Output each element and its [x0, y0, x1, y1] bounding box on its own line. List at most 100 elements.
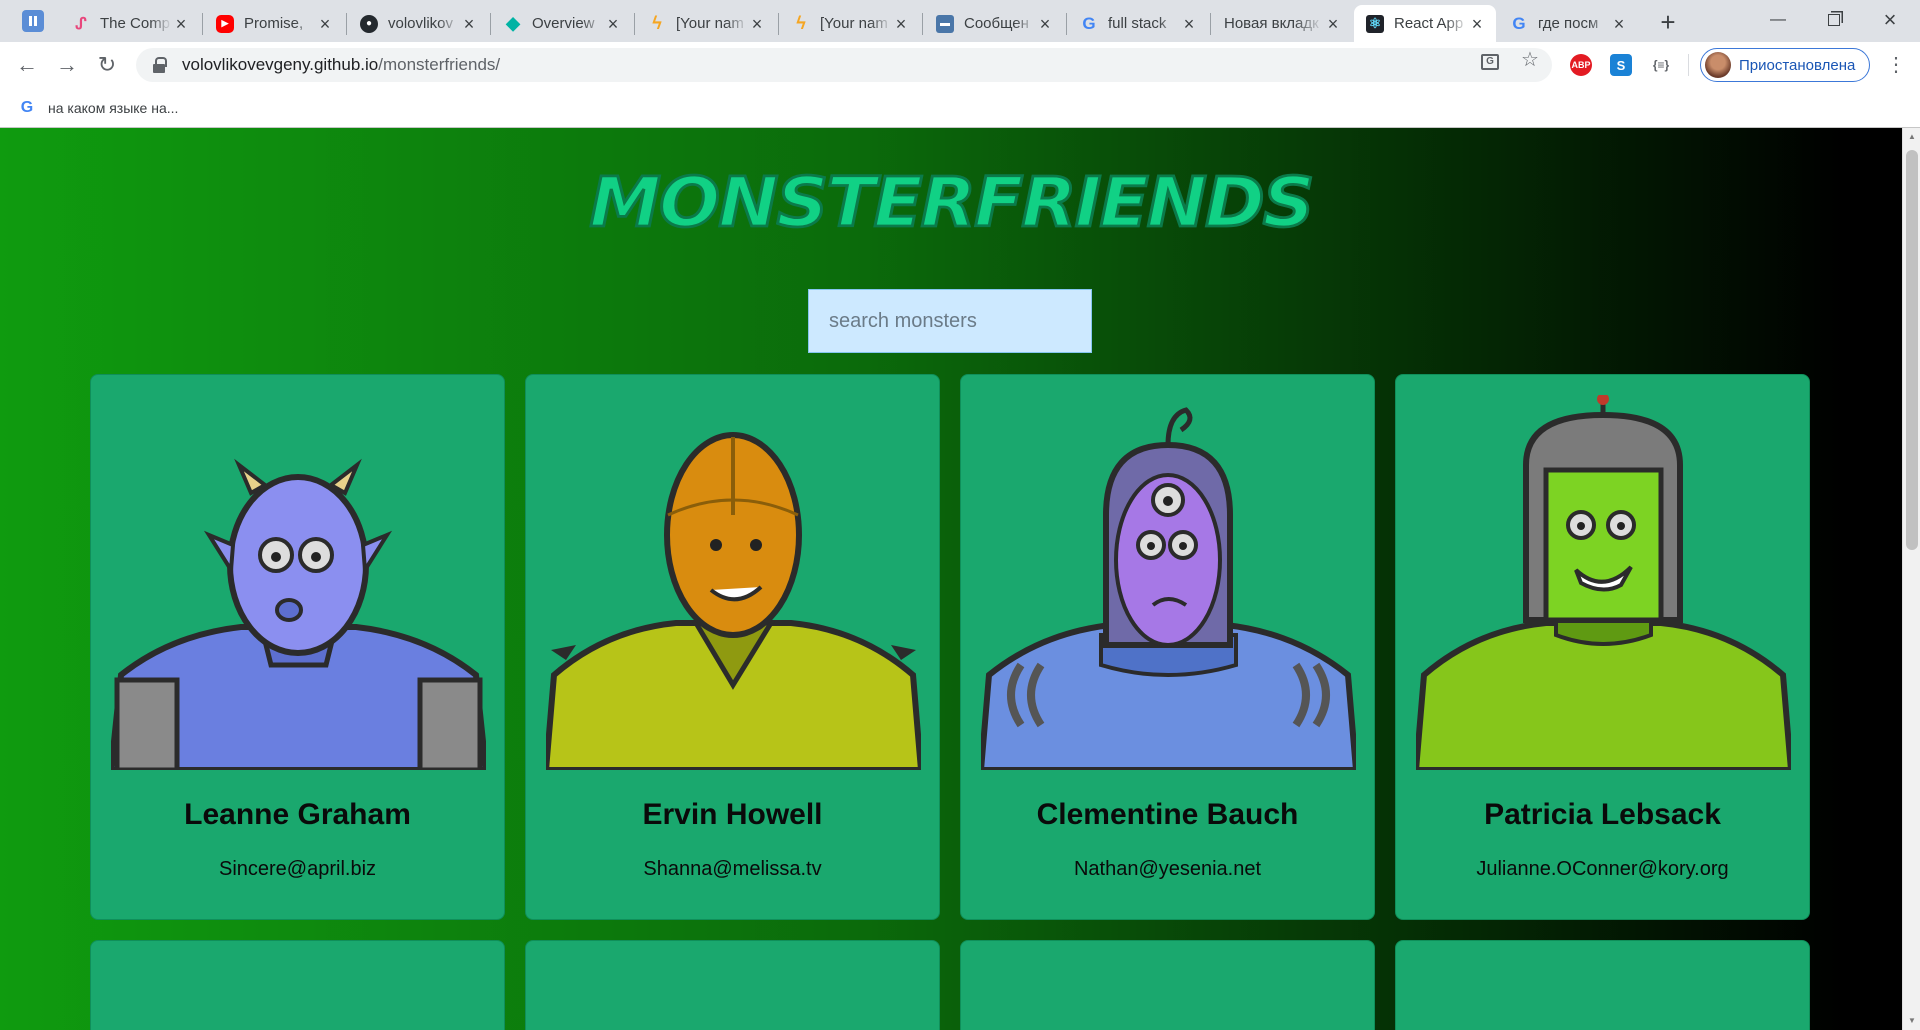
- tab-divider: [346, 13, 347, 35]
- tab-divider: [202, 13, 203, 35]
- tab-title: [Your nam: [820, 15, 888, 32]
- tab-title: full stack: [1108, 15, 1167, 32]
- tab-2[interactable]: ▶ Promise, ×: [204, 5, 344, 42]
- tab-3[interactable]: ● volovlikov ×: [348, 5, 488, 42]
- monster-email: Sincere@april.biz: [218, 858, 377, 880]
- profile-status: Приостановлена: [1739, 56, 1856, 74]
- tab-divider: [1210, 13, 1211, 35]
- tab-6[interactable]: ϟ [Your nam ×: [780, 5, 920, 42]
- tab-strip: ᔑ The Comp × ▶ Promise, × ● volovlikov ×…: [0, 0, 1920, 42]
- reload-button[interactable]: ↻: [92, 50, 122, 80]
- tab-7[interactable]: ▬ Сообщен ×: [924, 5, 1064, 42]
- page-viewport: MONSTERFRIENDS Leanne Graham Sincere@apr…: [0, 128, 1902, 1030]
- google-icon: G: [1082, 13, 1096, 33]
- restore-icon: [1828, 14, 1840, 26]
- close-tab-icon[interactable]: ×: [316, 15, 334, 33]
- json-extension-icon[interactable]: {≡}: [1650, 54, 1672, 76]
- minimize-button[interactable]: —: [1750, 0, 1806, 40]
- google-icon: G: [20, 99, 34, 116]
- avatar: [1705, 52, 1731, 78]
- close-tab-icon[interactable]: ×: [1324, 15, 1342, 33]
- tab-title: Overview: [532, 15, 595, 32]
- tab-title: где посм: [1538, 15, 1599, 32]
- tab-title: React App: [1394, 15, 1464, 32]
- monster-card[interactable]: [960, 940, 1375, 1030]
- monster-card[interactable]: [90, 940, 505, 1030]
- translate-icon[interactable]: G: [1480, 50, 1500, 70]
- monster-card[interactable]: [525, 940, 940, 1030]
- tab-4[interactable]: ◆ Overview ×: [492, 5, 632, 42]
- browser-menu-button[interactable]: ⋮: [1886, 50, 1906, 80]
- tab-5[interactable]: ϟ [Your nam ×: [636, 5, 776, 42]
- close-tab-icon[interactable]: ×: [1036, 15, 1054, 33]
- close-tab-icon[interactable]: ×: [892, 15, 910, 33]
- skype-extension-icon[interactable]: S: [1610, 54, 1632, 76]
- github-icon: ●: [360, 14, 378, 33]
- toolbar-divider: [1688, 54, 1689, 76]
- scrollbar-thumb[interactable]: [1906, 150, 1918, 550]
- tab-10-active[interactable]: ⚛ React App ×: [1354, 5, 1496, 42]
- monster-card[interactable]: Clementine Bauch Nathan@yesenia.net: [960, 374, 1375, 920]
- search-input[interactable]: [808, 289, 1092, 353]
- monster-card[interactable]: [1395, 940, 1810, 1030]
- close-tab-icon[interactable]: ×: [1468, 15, 1486, 33]
- monster-email: Julianne.OConner@kory.org: [1476, 858, 1729, 880]
- tab-11[interactable]: G где посм ×: [1498, 5, 1638, 42]
- url-host: volovlikovevgeny.github.io: [182, 55, 379, 74]
- monster-name: Ervin Howell: [642, 798, 823, 831]
- tab-title: Новая вкладк: [1224, 15, 1319, 32]
- tab-title: Promise,: [244, 15, 304, 32]
- tab-1[interactable]: ᔑ The Comp ×: [60, 5, 200, 42]
- back-button[interactable]: ←: [12, 50, 42, 80]
- close-tab-icon[interactable]: ×: [604, 15, 622, 33]
- monster-card[interactable]: Ervin Howell Shanna@melissa.tv: [525, 374, 940, 920]
- bolt-icon: ϟ: [796, 13, 806, 33]
- monster-email: Nathan@yesenia.net: [1073, 858, 1262, 880]
- new-tab-button[interactable]: +: [1654, 9, 1682, 37]
- close-tab-icon[interactable]: ×: [1180, 15, 1198, 33]
- scroll-down-arrow-icon[interactable]: ▼: [1907, 1016, 1917, 1026]
- bolt-icon: ϟ: [652, 13, 662, 33]
- monster-card[interactable]: Leanne Graham Sincere@april.biz: [90, 374, 505, 920]
- tab-divider: [778, 13, 779, 35]
- youtube-icon: ▶: [216, 14, 234, 33]
- tab-title: [Your nam: [676, 15, 744, 32]
- close-tab-icon[interactable]: ×: [172, 15, 190, 33]
- scroll-up-arrow-icon[interactable]: ▲: [1907, 132, 1917, 142]
- browser-chrome: ᔑ The Comp × ▶ Promise, × ● volovlikov ×…: [0, 0, 1920, 128]
- address-bar[interactable]: volovlikovevgeny.github.io/monsterfriend…: [136, 48, 1552, 82]
- close-window-button[interactable]: ×: [1862, 0, 1918, 40]
- bookmark-item[interactable]: G на каком языке на...: [18, 96, 179, 120]
- tab-8[interactable]: G full stack ×: [1068, 5, 1208, 42]
- adblock-icon[interactable]: ABP: [1570, 54, 1592, 76]
- close-tab-icon[interactable]: ×: [748, 15, 766, 33]
- page-scrollbar[interactable]: ▲ ▼: [1902, 128, 1920, 1030]
- monster-name: Clementine Bauch: [1036, 798, 1299, 831]
- tab-title: Сообщен: [964, 15, 1029, 32]
- monster-name: Leanne Graham: [184, 798, 411, 831]
- translate-glyph: G: [1481, 54, 1499, 70]
- tab-title: The Comp: [100, 15, 171, 32]
- scribble-icon: ᔑ: [75, 15, 87, 33]
- google-icon: G: [1512, 13, 1526, 33]
- bookmark-star-icon[interactable]: ☆: [1520, 50, 1540, 70]
- monster-avatar: [546, 395, 921, 770]
- close-tab-icon[interactable]: ×: [460, 15, 478, 33]
- browser-toolbar: ← → ↻ volovlikovevgeny.github.io/monster…: [0, 42, 1920, 88]
- monster-avatar: [1416, 395, 1791, 770]
- restore-button[interactable]: [1806, 0, 1862, 40]
- close-tab-icon[interactable]: ×: [1610, 15, 1628, 33]
- forward-button[interactable]: →: [52, 50, 82, 80]
- tab-divider: [922, 13, 923, 35]
- url-path: /monsterfriends/: [378, 55, 501, 74]
- monster-avatar: [981, 961, 1356, 1030]
- tab-search-button[interactable]: [22, 10, 44, 32]
- page-title: MONSTERFRIENDS: [588, 162, 1316, 242]
- pause-icon: [29, 16, 37, 26]
- monster-card[interactable]: Patricia Lebsack Julianne.OConner@kory.o…: [1395, 374, 1810, 920]
- profile-button[interactable]: Приостановлена: [1700, 48, 1870, 82]
- tab-divider: [490, 13, 491, 35]
- monster-avatar: [546, 961, 921, 1030]
- tab-9[interactable]: Новая вкладк ×: [1212, 5, 1352, 42]
- bookmarks-bar: G на каком языке на...: [0, 88, 1920, 128]
